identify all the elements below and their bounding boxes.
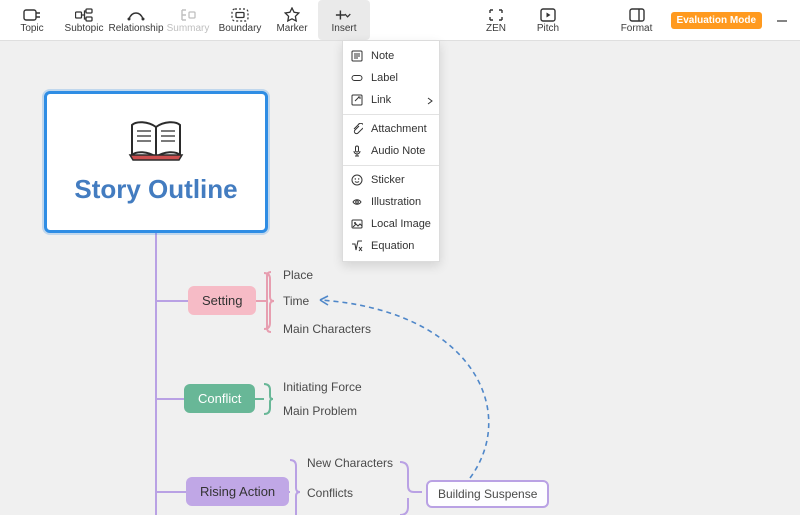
leaf-conflicts[interactable]: Conflicts — [307, 486, 353, 500]
format-icon — [628, 7, 646, 23]
topic-label: Conflict — [198, 391, 241, 406]
toolbar-right-group: Format — [611, 0, 663, 40]
marker-button[interactable]: Marker — [266, 0, 318, 40]
insert-menu-audio-note[interactable]: Audio Note — [343, 140, 439, 162]
insert-menu-item-label: Label — [371, 72, 398, 84]
subtopic-icon — [75, 7, 93, 23]
insert-menu-item-label: Note — [371, 50, 394, 62]
insert-menu-note[interactable]: Note — [343, 45, 439, 67]
insert-label: Insert — [331, 24, 356, 34]
marker-label: Marker — [276, 24, 307, 34]
insert-menu-attachment[interactable]: Attachment — [343, 118, 439, 140]
boundary-label: Boundary — [219, 24, 262, 34]
root-title: Story Outline — [74, 174, 237, 205]
subtopic-button[interactable]: Subtopic — [58, 0, 110, 40]
zen-button[interactable]: ZEN — [470, 0, 522, 40]
sticker-icon — [349, 173, 365, 187]
boundary-icon — [231, 7, 249, 23]
summary-icon — [179, 7, 197, 23]
format-label: Format — [621, 24, 653, 34]
insert-menu-item-label: Illustration — [371, 196, 421, 208]
insert-menu-equation[interactable]: Equation — [343, 235, 439, 257]
root-topic[interactable]: Story Outline — [44, 91, 268, 233]
insert-icon — [335, 7, 353, 23]
leaf-time[interactable]: Time — [283, 294, 309, 308]
boundary-button[interactable]: Boundary — [214, 0, 266, 40]
toolbar-left-group: Topic Subtopic Relationship Summary Boun — [6, 0, 370, 40]
evaluation-mode-badge[interactable]: Evaluation Mode — [671, 12, 762, 29]
minimize-button[interactable] — [770, 8, 794, 32]
topic-rising-action[interactable]: Rising Action — [186, 477, 289, 506]
chevron-right-icon — [427, 96, 433, 108]
leaf-main-problem[interactable]: Main Problem — [283, 404, 357, 418]
format-button[interactable]: Format — [611, 0, 663, 40]
subtopic-label: Subtopic — [65, 24, 104, 34]
insert-menu-local-image[interactable]: Local Image — [343, 213, 439, 235]
topic-label: Topic — [20, 24, 43, 34]
insert-menu-item-label: Sticker — [371, 174, 405, 186]
summary-button: Summary — [162, 0, 214, 40]
illustration-icon — [349, 195, 365, 209]
leaf-place[interactable]: Place — [283, 268, 313, 282]
topic-setting[interactable]: Setting — [188, 286, 256, 315]
topic-building-suspense[interactable]: Building Suspense — [426, 480, 549, 508]
marker-icon — [283, 7, 301, 23]
insert-menu-sticker[interactable]: Sticker — [343, 169, 439, 191]
menu-separator — [343, 165, 439, 166]
top-toolbar: Topic Subtopic Relationship Summary Boun — [0, 0, 800, 40]
pitch-icon — [539, 7, 557, 23]
insert-menu-item-label: Equation — [371, 240, 414, 252]
insert-menu-item-label: Attachment — [371, 123, 427, 135]
insert-menu-label[interactable]: Label — [343, 67, 439, 89]
toolbar-mid-group: ZEN Pitch — [470, 0, 574, 40]
pitch-button[interactable]: Pitch — [522, 0, 574, 40]
leaf-initiating-force[interactable]: Initiating Force — [283, 380, 362, 394]
audio-note-icon — [349, 144, 365, 158]
topic-label: Building Suspense — [438, 487, 537, 501]
equation-icon — [349, 239, 365, 253]
leaf-main-characters[interactable]: Main Characters — [283, 322, 371, 336]
relationship-label: Relationship — [108, 24, 163, 34]
insert-menu-link[interactable]: Link — [343, 89, 439, 111]
note-icon — [349, 49, 365, 63]
pitch-label: Pitch — [537, 24, 559, 34]
topic-icon — [23, 7, 41, 23]
relationship-icon — [127, 7, 145, 23]
leaf-new-characters[interactable]: New Characters — [307, 456, 393, 470]
attachment-icon — [349, 122, 365, 136]
local-image-icon — [349, 217, 365, 231]
link-icon — [349, 93, 365, 107]
insert-menu: Note Label Link Attachment Audio Note St… — [342, 40, 440, 262]
summary-label: Summary — [167, 24, 210, 34]
relationship-button[interactable]: Relationship — [110, 0, 162, 40]
insert-menu-illustration[interactable]: Illustration — [343, 191, 439, 213]
insert-menu-item-label: Audio Note — [371, 145, 425, 157]
insert-menu-item-label: Local Image — [371, 218, 431, 230]
topic-label: Setting — [202, 293, 242, 308]
zen-label: ZEN — [486, 24, 506, 34]
topic-button[interactable]: Topic — [6, 0, 58, 40]
insert-button[interactable]: Insert — [318, 0, 370, 40]
book-icon — [128, 119, 184, 166]
label-icon — [349, 71, 365, 85]
insert-menu-item-label: Link — [371, 94, 391, 106]
zen-icon — [487, 7, 505, 23]
topic-conflict[interactable]: Conflict — [184, 384, 255, 413]
menu-separator — [343, 114, 439, 115]
topic-label: Rising Action — [200, 484, 275, 499]
